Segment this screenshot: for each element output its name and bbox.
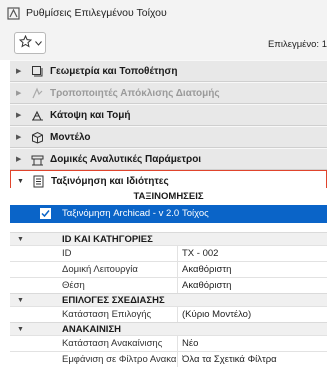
- property-value[interactable]: (Κύριο Μοντέλο): [182, 309, 327, 320]
- classification-row[interactable]: Ταξινόμηση Archicad - v 2.0 Τοίχος: [10, 205, 327, 223]
- collapse-arrow-icon: ▼: [17, 178, 24, 185]
- property-group-id-categories[interactable]: ▼ ID ΚΑΙ ΚΑΤΗΓΟΡΙΕΣ: [10, 232, 327, 245]
- panel-label: Τροποποιητές Απόκλισης Διατομής: [50, 87, 220, 99]
- structural-analysis-icon: [30, 152, 44, 166]
- panel-label: Γεωμετρία και Τοποθέτηση: [50, 65, 178, 77]
- collapse-arrow-icon: ▼: [17, 235, 24, 243]
- panel-floor-plan-section[interactable]: ▶ Κάτοψη και Τομή: [10, 104, 327, 126]
- expand-arrow-icon: ▶: [16, 68, 22, 75]
- classification-value[interactable]: Τοίχος: [182, 208, 209, 219]
- column-divider: [177, 246, 178, 261]
- property-key: Εμφάνιση σε Φίλτρο Ανακαί...: [62, 354, 176, 365]
- property-value[interactable]: Νέο: [182, 338, 327, 349]
- column-divider: [177, 262, 178, 277]
- property-key: ID: [62, 248, 72, 259]
- panel-geometry-positioning[interactable]: ▶ Γεωμετρία και Τοποθέτηση: [10, 60, 327, 82]
- properties-table: ▼ ID ΚΑΙ ΚΑΤΗΓΟΡΙΕΣ ID TX - 002 Δομική Λ…: [10, 232, 327, 367]
- property-group-title: ΕΠΙΛΟΓΕΣ ΣΧΕΔΙΑΣΗΣ: [62, 294, 165, 306]
- property-key: Κατάσταση Επιλογής: [62, 309, 152, 320]
- property-row[interactable]: Κατάσταση Ανακαίνισης Νέο: [10, 335, 327, 351]
- panel-label: Κάτοψη και Τομή: [50, 109, 131, 121]
- property-group-title: ID ΚΑΙ ΚΑΤΗΓΟΡΙΕΣ: [62, 233, 153, 245]
- collapse-arrow-icon: ▼: [17, 325, 24, 333]
- property-key: Κατάσταση Ανακαίνισης: [62, 338, 163, 349]
- selected-count-label: Επιλεγμένο: 1: [267, 39, 327, 50]
- property-value[interactable]: TX - 002: [182, 248, 327, 259]
- archicad-app-icon: [6, 6, 20, 20]
- property-group-drawing-options[interactable]: ▼ ΕΠΙΛΟΓΕΣ ΣΧΕΔΙΑΣΗΣ: [10, 293, 327, 306]
- panel-label: Δομικές Αναλυτικές Παράμετροι: [50, 153, 202, 165]
- panel-profile-modifiers[interactable]: ▶ Τροποποιητές Απόκλισης Διατομής: [10, 82, 327, 104]
- panel-structural-analysis[interactable]: ▶ Δομικές Αναλυτικές Παράμετροι: [10, 148, 327, 170]
- favorites-button[interactable]: [14, 32, 46, 54]
- expand-arrow-icon: ▶: [16, 90, 22, 97]
- expand-arrow-icon: ▶: [16, 112, 22, 119]
- column-divider: [177, 307, 178, 322]
- checkmark-icon: [41, 210, 50, 218]
- floor-plan-icon: [30, 108, 44, 122]
- column-divider: [177, 336, 178, 351]
- property-value[interactable]: Ακαθόριστη: [182, 280, 327, 291]
- panel-model[interactable]: ▶ Μοντέλο: [10, 126, 327, 148]
- classifications-header: ΤΑΞΙΝΟΜΗΣΕΙΣ: [10, 188, 327, 205]
- property-row[interactable]: Θέση Ακαθόριστη: [10, 277, 327, 293]
- column-divider: [177, 278, 178, 293]
- window-titlebar: Ρυθμίσεις Επιλεγμένου Τοίχου: [0, 0, 327, 26]
- classification-system-label: Ταξινόμηση Archicad - v 2.0: [62, 208, 180, 219]
- panel-label: Μοντέλο: [50, 131, 91, 143]
- expand-arrow-icon: ▶: [16, 156, 22, 163]
- window-title: Ρυθμίσεις Επιλεγμένου Τοίχου: [26, 7, 167, 19]
- column-divider: [177, 352, 178, 367]
- geometry-icon: [30, 64, 44, 78]
- profile-modifier-icon: [30, 86, 44, 100]
- chevron-down-icon: [34, 38, 42, 49]
- property-group-renovation[interactable]: ▼ ΑΝΑΚΑΙΝΙΣΗ: [10, 322, 327, 335]
- property-value[interactable]: Όλα τα Σχετικά Φίλτρα: [182, 354, 327, 365]
- property-row[interactable]: Εμφάνιση σε Φίλτρο Ανακαί... Όλα τα Σχετ…: [10, 351, 327, 367]
- settings-toolbar: Επιλεγμένο: 1: [0, 26, 327, 60]
- settings-panels: ▶ Γεωμετρία και Τοποθέτηση ▶ Τροποποιητέ…: [10, 60, 327, 193]
- property-key: Δομική Λειτουργία: [62, 264, 138, 275]
- property-value[interactable]: Ακαθόριστη: [182, 264, 327, 275]
- expand-arrow-icon: ▶: [16, 134, 22, 141]
- panel-label: Ταξινόμηση και Ιδιότητες: [51, 176, 169, 187]
- property-group-title: ΑΝΑΚΑΙΝΙΣΗ: [62, 323, 122, 335]
- star-icon: [18, 34, 32, 51]
- model-icon: [30, 130, 44, 144]
- property-row[interactable]: ID TX - 002: [10, 245, 327, 261]
- classification-checkbox[interactable]: [40, 208, 51, 219]
- classification-icon: [31, 175, 45, 189]
- collapse-arrow-icon: ▼: [17, 296, 24, 304]
- property-row[interactable]: Δομική Λειτουργία Ακαθόριστη: [10, 261, 327, 277]
- property-key: Θέση: [62, 280, 85, 291]
- property-row[interactable]: Κατάσταση Επιλογής (Κύριο Μοντέλο): [10, 306, 327, 322]
